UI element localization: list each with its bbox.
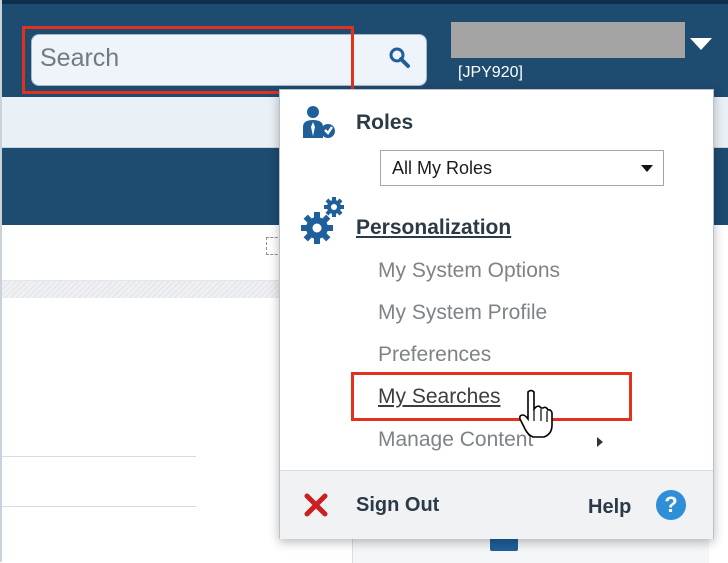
window-border: [0, 0, 2, 562]
user-name-redacted[interactable]: [451, 22, 685, 58]
my-searches-highlight-box: [351, 372, 632, 421]
personalization-link[interactable]: Personalization: [356, 216, 511, 240]
select-caret-icon: [641, 165, 653, 172]
menu-item-my-system-profile[interactable]: My System Profile: [378, 301, 547, 325]
sign-out-button[interactable]: Sign Out: [356, 494, 439, 517]
help-icon[interactable]: ?: [656, 490, 686, 520]
menu-footer: [280, 470, 713, 539]
hatched-strip: [0, 280, 300, 298]
gear-icon: [301, 196, 345, 246]
submenu-arrow-icon: [597, 437, 603, 447]
user-id: [JPY920]: [458, 64, 523, 81]
header-top-edge: [0, 0, 728, 4]
background-icon: [490, 537, 518, 551]
roles-user-icon: [301, 105, 337, 139]
help-link[interactable]: Help: [588, 496, 631, 519]
hand-cursor-icon: [519, 389, 555, 439]
content-divider: [0, 506, 196, 507]
menu-item-manage-content[interactable]: Manage Content: [378, 428, 533, 452]
close-icon[interactable]: [304, 493, 328, 517]
search-highlight-box: [22, 26, 354, 94]
app-window: Search [JPY920] Roles All My Roles Perso…: [0, 0, 728, 563]
roles-label: Roles: [356, 111, 414, 134]
roles-select-value: All My Roles: [392, 158, 493, 178]
content-divider: [0, 456, 196, 457]
menu-item-my-system-options[interactable]: My System Options: [378, 259, 560, 283]
search-icon[interactable]: [386, 45, 414, 73]
chevron-down-icon[interactable]: [690, 38, 712, 50]
menu-item-preferences[interactable]: Preferences: [378, 343, 491, 367]
